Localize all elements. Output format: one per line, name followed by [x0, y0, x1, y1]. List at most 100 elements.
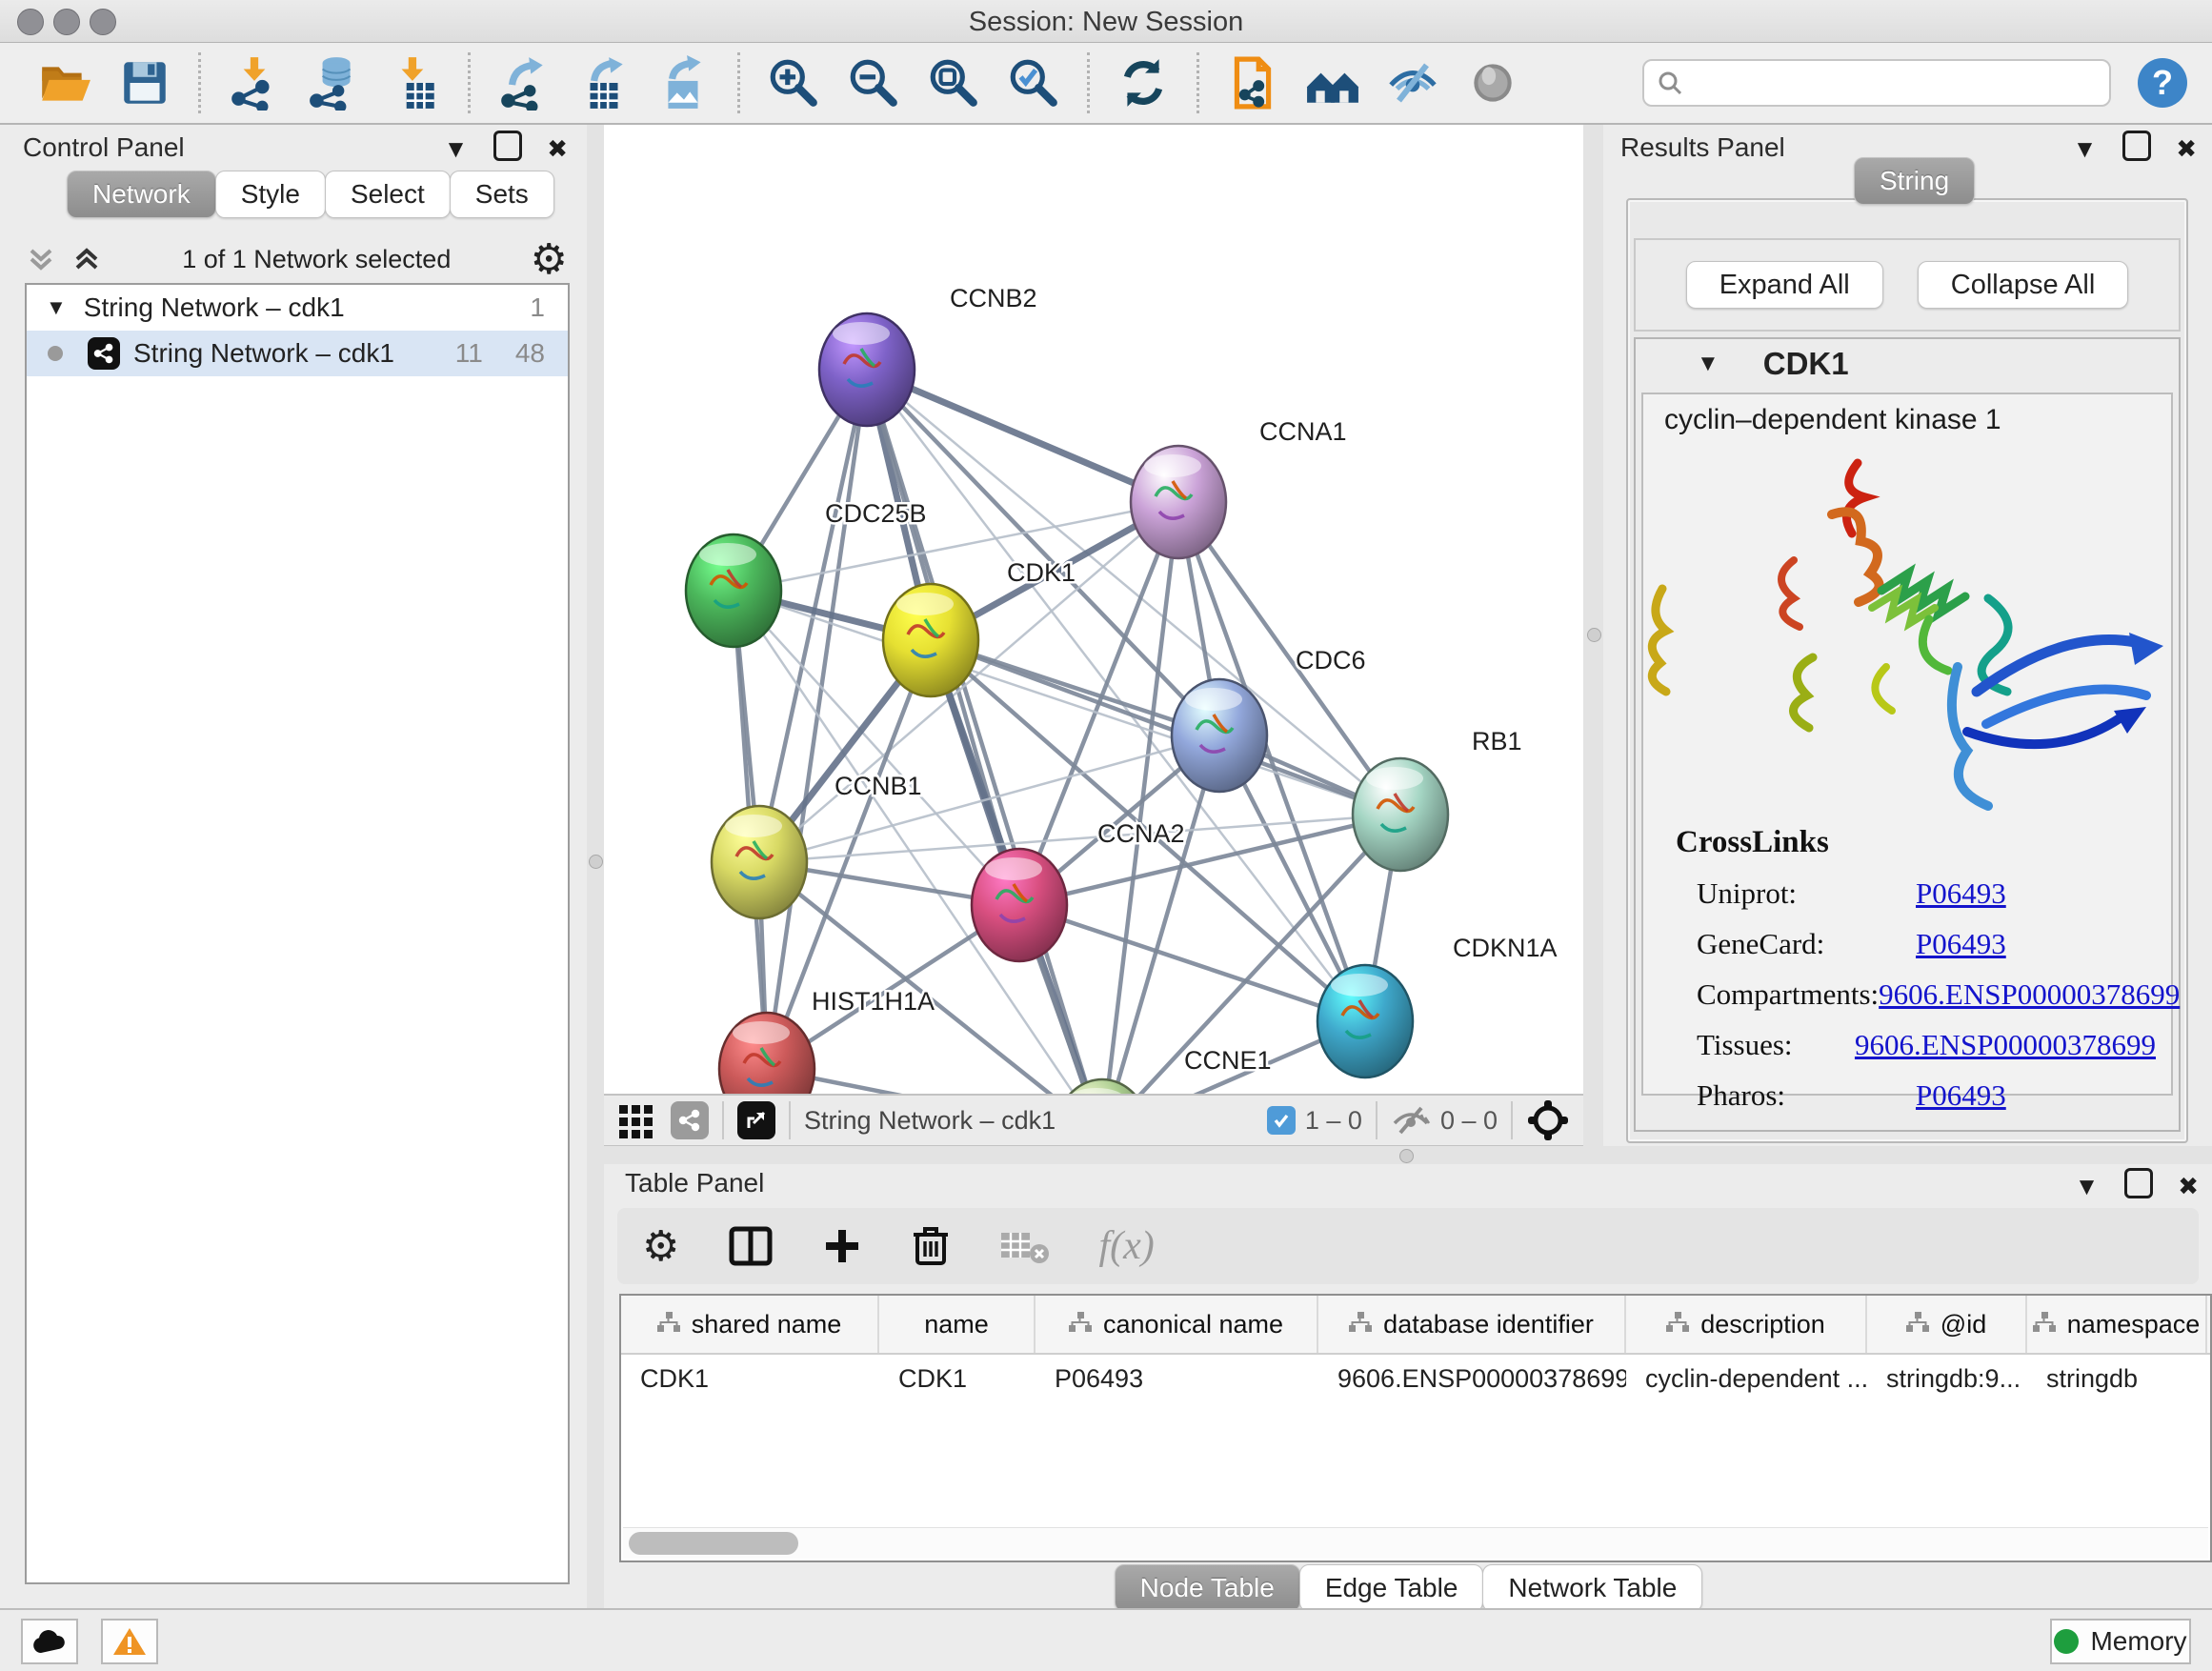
column-header-namespace[interactable]: namespace [2027, 1296, 2207, 1353]
column-header-database-identifier[interactable]: database identifier [1318, 1296, 1626, 1353]
network-node-CDK1[interactable] [883, 584, 978, 696]
table-cell[interactable]: stringdb [2027, 1355, 2207, 1402]
table-panel-float-icon[interactable] [2124, 1172, 2153, 1200]
home-networks-icon[interactable] [1303, 53, 1362, 112]
network-node-HIST1H1A[interactable] [719, 1013, 814, 1094]
import-database-icon[interactable] [305, 53, 364, 112]
network-canvas[interactable]: CCNB2CCNA1CDC25BCDK1CDC6RB1CCNB1CCNA2CDK… [604, 125, 1583, 1094]
table-panel-menu-icon[interactable]: ▼ [2075, 1172, 2100, 1200]
network-node-CCNB1[interactable] [712, 806, 807, 918]
control-panel-float-icon[interactable] [493, 134, 522, 163]
tab-network[interactable]: Network [67, 171, 216, 218]
network-node-CCNA1[interactable] [1131, 446, 1226, 558]
column-header-shared-name[interactable]: shared name [621, 1296, 879, 1353]
bottom-splitter[interactable] [604, 1146, 2212, 1164]
crosslink-link[interactable]: 9606.ENSP00000378699 [1879, 977, 2180, 1012]
network-options-gear-icon[interactable]: ⚙ [531, 235, 568, 284]
show-eye-icon[interactable] [1463, 53, 1522, 112]
import-table-icon[interactable] [385, 53, 444, 112]
zoom-fit-icon[interactable] [924, 53, 983, 112]
hide-selected-eye-icon[interactable] [1383, 53, 1442, 112]
scrollbar-thumb[interactable] [629, 1532, 798, 1555]
detach-view-icon[interactable] [737, 1101, 775, 1139]
tab-string[interactable]: String [1854, 157, 1975, 205]
crosslink-link[interactable]: P06493 [1916, 1078, 2006, 1113]
share-document-icon[interactable] [1223, 53, 1282, 112]
table-cell[interactable]: P06493 [1036, 1355, 1318, 1402]
column-header-name[interactable]: name [879, 1296, 1036, 1353]
network-node-CCNB2[interactable] [819, 313, 915, 426]
delete-column-icon[interactable] [912, 1225, 950, 1267]
left-splitter[interactable] [587, 125, 604, 1608]
tab-style[interactable]: Style [215, 171, 326, 218]
export-network-icon[interactable] [494, 53, 553, 112]
network-edge[interactable] [767, 1069, 1102, 1094]
tab-edge-table[interactable]: Edge Table [1299, 1564, 1484, 1612]
control-panel-close-icon[interactable]: ✖ [547, 134, 568, 163]
network-collection-row[interactable]: ▼ String Network – cdk1 1 [27, 285, 568, 331]
import-network-icon[interactable] [225, 53, 284, 112]
table-cell[interactable]: stringdb:9... [1867, 1355, 2027, 1402]
network-row[interactable]: String Network – cdk1 11 48 [27, 331, 568, 376]
save-icon[interactable] [115, 53, 174, 112]
tab-sets[interactable]: Sets [450, 171, 554, 218]
results-panel-menu-icon[interactable]: ▼ [2073, 134, 2098, 163]
column-header-description[interactable]: description [1626, 1296, 1867, 1353]
warnings-button[interactable] [101, 1619, 158, 1664]
tab-select[interactable]: Select [325, 171, 451, 218]
crosslink-link[interactable]: P06493 [1916, 876, 2006, 911]
column-header-canonical-name[interactable]: canonical name [1036, 1296, 1318, 1353]
table-cell[interactable]: CDK1 [879, 1355, 1036, 1402]
split-columns-icon[interactable] [729, 1226, 773, 1266]
zoom-out-icon[interactable] [844, 53, 903, 112]
network-node-CCNA2[interactable] [972, 849, 1067, 961]
network-node-CDC6[interactable] [1172, 679, 1267, 792]
open-folder-icon[interactable] [35, 53, 94, 112]
warning-icon [112, 1626, 147, 1657]
search-input[interactable] [1684, 68, 2098, 99]
table-row[interactable]: CDK1CDK1P064939606.ENSP00000378699cyclin… [621, 1355, 2210, 1402]
network-edge[interactable] [867, 370, 1102, 1094]
column-header--id[interactable]: @id [1867, 1296, 2027, 1353]
expand-all-button[interactable]: Expand All [1686, 261, 1883, 309]
tab-network-table[interactable]: Network Table [1482, 1564, 1702, 1612]
network-node-CDKN1A[interactable] [1317, 965, 1413, 1077]
network-node-CDC25B[interactable] [686, 534, 781, 647]
memory-button[interactable]: Memory [2050, 1619, 2191, 1664]
tab-node-table[interactable]: Node Table [1115, 1564, 1300, 1612]
results-panel-float-icon[interactable] [2122, 134, 2151, 163]
grid-view-icon[interactable] [617, 1101, 655, 1139]
export-image-icon[interactable] [654, 53, 714, 112]
table-cell[interactable]: cyclin-dependent ... [1626, 1355, 1867, 1402]
add-column-icon[interactable] [822, 1226, 862, 1266]
network-edge[interactable] [867, 370, 1178, 502]
zoom-selected-icon[interactable] [1004, 53, 1063, 112]
crosslink-link[interactable]: P06493 [1916, 927, 2006, 961]
network-graph[interactable]: CCNB2CCNA1CDC25BCDK1CDC6RB1CCNB1CCNA2CDK… [604, 125, 1583, 1094]
selected-checkbox[interactable] [1267, 1106, 1296, 1135]
table-cell[interactable]: 9606.ENSP00000378699 [1318, 1355, 1626, 1402]
table-panel-close-icon[interactable]: ✖ [2178, 1172, 2199, 1200]
network-edge[interactable] [734, 502, 1178, 591]
help-icon[interactable]: ? [2138, 58, 2187, 108]
table-settings-gear-icon[interactable]: ⚙ [642, 1222, 679, 1271]
collapse-all-button[interactable]: Collapse All [1918, 261, 2129, 309]
birdseye-target-icon[interactable] [1526, 1098, 1570, 1142]
table-horizontal-scrollbar[interactable] [623, 1527, 2208, 1559]
collapse-all-icon[interactable] [25, 243, 57, 275]
network-badge-icon[interactable] [671, 1101, 709, 1139]
cloud-button[interactable] [21, 1619, 78, 1664]
right-splitter[interactable] [1583, 125, 1603, 1146]
network-edge-count: 48 [515, 338, 545, 369]
crosslink-link[interactable]: 9606.ENSP00000378699 [1855, 1028, 2156, 1062]
export-table-icon[interactable] [574, 53, 633, 112]
zoom-in-icon[interactable] [764, 53, 823, 112]
refresh-icon[interactable] [1114, 53, 1173, 112]
table-cell[interactable]: CDK1 [621, 1355, 879, 1402]
network-node-RB1[interactable] [1353, 758, 1448, 871]
expand-all-icon[interactable] [70, 243, 103, 275]
control-panel-menu-icon[interactable]: ▼ [444, 134, 469, 163]
results-panel-close-icon[interactable]: ✖ [2176, 134, 2197, 163]
gene-expander-icon[interactable]: ▼ [1697, 351, 1719, 377]
collection-expander-icon[interactable]: ▼ [46, 295, 67, 320]
